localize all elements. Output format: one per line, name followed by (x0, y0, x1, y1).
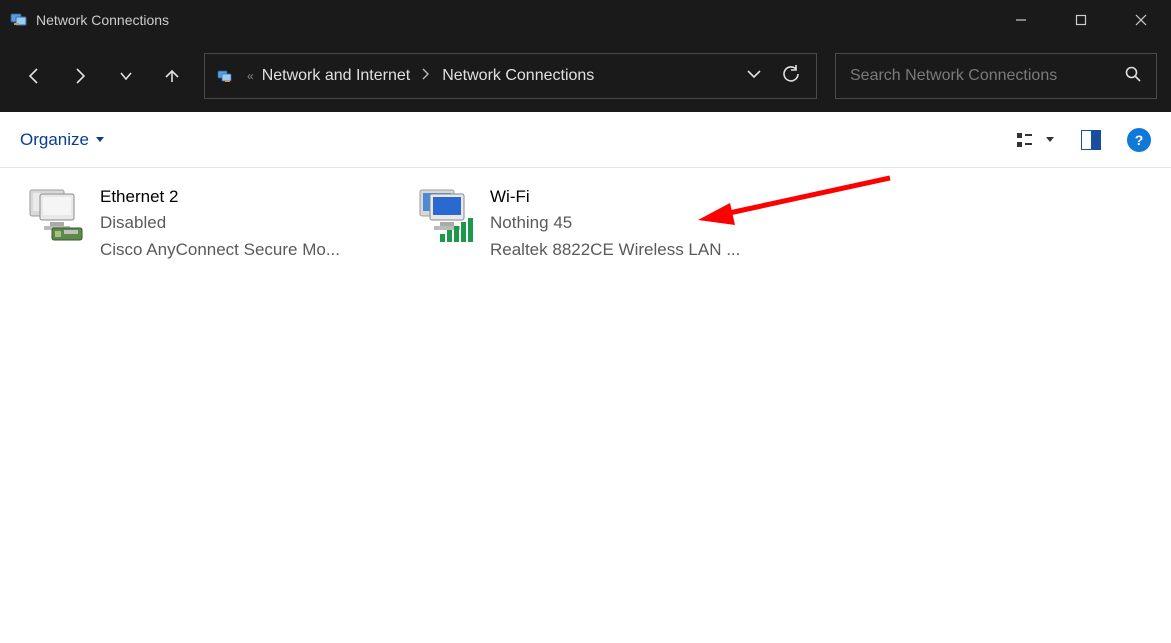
adapter-name: Ethernet 2 (100, 184, 340, 210)
minimize-button[interactable] (991, 0, 1051, 40)
chevron-down-icon (1045, 135, 1055, 145)
help-icon: ? (1135, 132, 1144, 148)
window-titlebar: Network Connections (0, 0, 1171, 40)
chevron-down-icon (95, 135, 105, 145)
network-connections-app-icon (10, 11, 28, 29)
search-box[interactable] (835, 53, 1157, 99)
up-button[interactable] (152, 56, 192, 96)
ethernet-adapter-icon (22, 184, 88, 246)
adapter-name: Wi-Fi (490, 184, 740, 210)
adapter-ethernet2[interactable]: Ethernet 2 Disabled Cisco AnyConnect Sec… (20, 182, 370, 265)
window-title: Network Connections (36, 12, 169, 28)
address-folder-icon (215, 65, 237, 87)
wifi-adapter-icon (412, 184, 478, 246)
help-button[interactable]: ? (1127, 128, 1151, 152)
refresh-button[interactable] (782, 65, 800, 88)
command-toolbar: Organize ? (0, 112, 1171, 168)
adapters-view: Ethernet 2 Disabled Cisco AnyConnect Sec… (0, 168, 1171, 279)
address-bar[interactable]: « Network and Internet Network Connectio… (204, 53, 817, 99)
forward-button[interactable] (60, 56, 100, 96)
organize-label: Organize (20, 130, 89, 150)
maximize-button[interactable] (1051, 0, 1111, 40)
adapter-status: Disabled (100, 210, 340, 236)
organize-dropdown[interactable]: Organize (20, 130, 105, 150)
view-options-dropdown[interactable] (1015, 130, 1055, 150)
adapter-status: Nothing 45 (490, 210, 740, 236)
breadcrumb-item[interactable]: Network and Internet (262, 67, 411, 85)
search-icon[interactable] (1124, 65, 1142, 88)
adapter-description: Realtek 8822CE Wireless LAN ... (490, 237, 740, 263)
adapter-wifi[interactable]: Wi-Fi Nothing 45 Realtek 8822CE Wireless… (410, 182, 760, 265)
adapter-description: Cisco AnyConnect Secure Mo... (100, 237, 340, 263)
chevron-right-icon (422, 67, 430, 85)
breadcrumb-overflow-icon[interactable]: « (247, 69, 254, 83)
breadcrumb-item[interactable]: Network Connections (442, 67, 594, 85)
address-dropdown[interactable] (746, 66, 762, 87)
back-button[interactable] (14, 56, 54, 96)
view-tiles-icon (1015, 130, 1035, 150)
close-button[interactable] (1111, 0, 1171, 40)
search-input[interactable] (850, 67, 1124, 85)
toggle-preview-pane[interactable] (1081, 130, 1101, 150)
history-dropdown[interactable] (106, 56, 146, 96)
navigation-bar: « Network and Internet Network Connectio… (0, 40, 1171, 112)
